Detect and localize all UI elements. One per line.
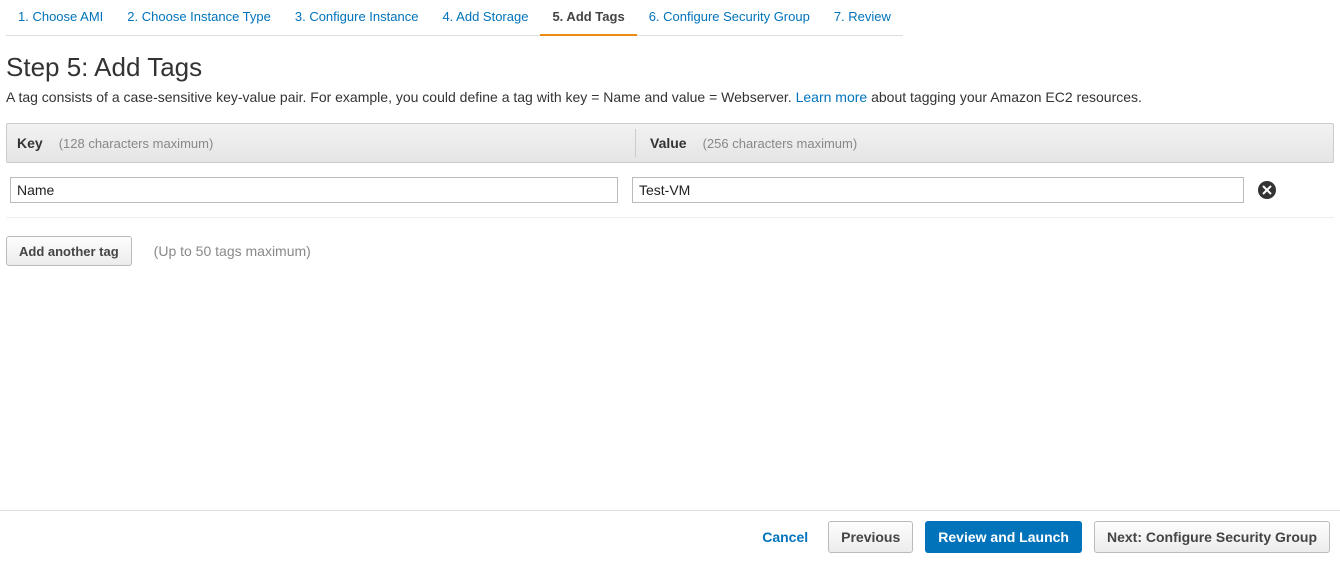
wizard-step-review[interactable]: 7. Review	[822, 0, 903, 36]
wizard-steps: 1. Choose AMI 2. Choose Instance Type 3.…	[0, 0, 1340, 36]
wizard-step-add-storage[interactable]: 4. Add Storage	[430, 0, 540, 36]
wizard-step-choose-instance-type[interactable]: 2. Choose Instance Type	[115, 0, 283, 36]
footer-actions: Cancel Previous Review and Launch Next: …	[0, 510, 1340, 563]
remove-tag-icon[interactable]	[1258, 181, 1276, 199]
column-key-hint: (128 characters maximum)	[59, 136, 214, 151]
column-value-hint: (256 characters maximum)	[703, 136, 858, 151]
previous-button[interactable]: Previous	[828, 521, 913, 553]
next-configure-security-group-button[interactable]: Next: Configure Security Group	[1094, 521, 1330, 553]
page-description: A tag consists of a case-sensitive key-v…	[6, 89, 1334, 105]
cancel-link[interactable]: Cancel	[754, 529, 816, 545]
tag-table-header: Key (128 characters maximum) Value (256 …	[6, 123, 1334, 163]
tag-value-input[interactable]	[632, 177, 1244, 203]
learn-more-link[interactable]: Learn more	[796, 89, 868, 105]
wizard-step-choose-ami[interactable]: 1. Choose AMI	[6, 0, 115, 36]
column-key-label: Key	[17, 135, 43, 151]
wizard-step-add-tags[interactable]: 5. Add Tags	[540, 0, 636, 36]
page-description-pre: A tag consists of a case-sensitive key-v…	[6, 89, 796, 105]
wizard-step-configure-instance[interactable]: 3. Configure Instance	[283, 0, 431, 36]
page-description-post: about tagging your Amazon EC2 resources.	[867, 89, 1142, 105]
add-another-tag-button[interactable]: Add another tag	[6, 236, 132, 266]
tag-limit-hint: (Up to 50 tags maximum)	[154, 243, 311, 259]
wizard-step-configure-security-group[interactable]: 6. Configure Security Group	[637, 0, 822, 36]
review-and-launch-button[interactable]: Review and Launch	[925, 521, 1082, 553]
column-value-label: Value	[650, 135, 687, 151]
tag-key-input[interactable]	[10, 177, 618, 203]
page-title: Step 5: Add Tags	[6, 52, 1334, 83]
tag-row	[6, 163, 1334, 218]
